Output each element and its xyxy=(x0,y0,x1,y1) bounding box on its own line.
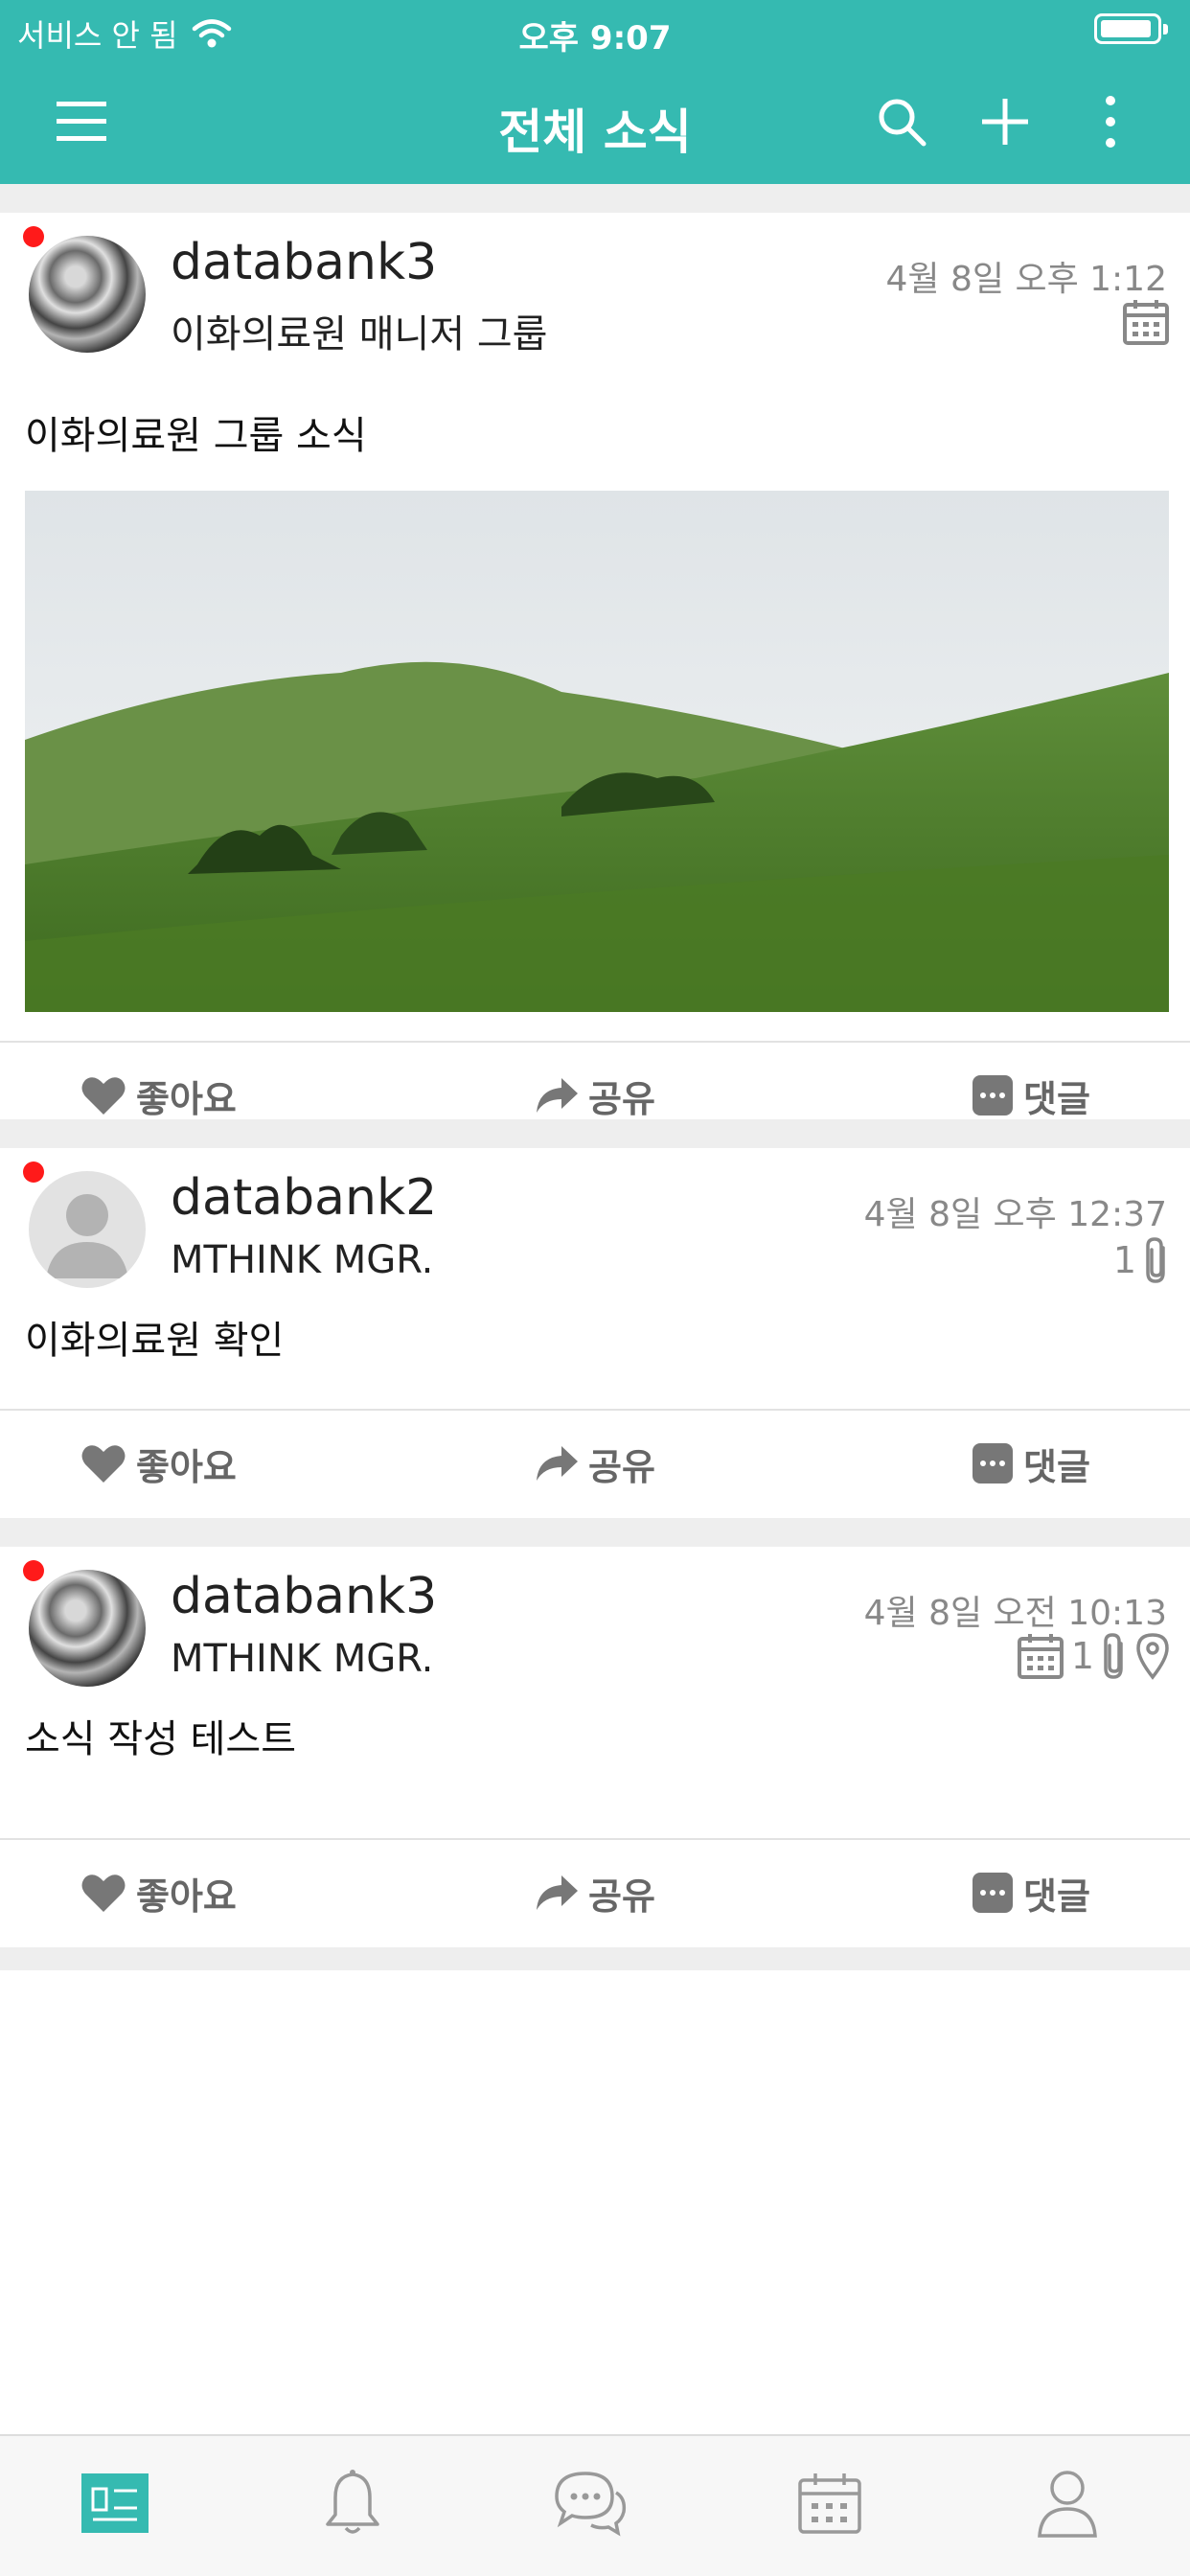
post-author[interactable]: databank3 xyxy=(171,1568,437,1625)
share-button[interactable]: 공유 xyxy=(533,1411,655,1516)
post-actions: 좋아요 공유 댓글 xyxy=(0,1411,1190,1516)
avatar[interactable] xyxy=(29,1570,146,1687)
share-arrow-icon xyxy=(537,1446,578,1481)
post-card[interactable]: databank3 이화의료원 매니저 그룹 4월 8일 오후 1:12 이화의… xyxy=(0,213,1190,1120)
tab-notifications[interactable] xyxy=(314,2465,391,2542)
location-pin-icon xyxy=(1136,1633,1169,1680)
top-bar: 서비스 안 됨 오후 9:07 전체 소식 xyxy=(0,0,1190,184)
comment-icon xyxy=(973,1873,1013,1913)
post-meta: 1 xyxy=(1016,1631,1171,1681)
post-author[interactable]: databank3 xyxy=(171,234,437,291)
comment-button[interactable]: 댓글 xyxy=(972,1043,1090,1148)
share-label: 공유 xyxy=(588,1077,655,1120)
post-date: 4월 8일 오후 12:37 xyxy=(863,1195,1167,1234)
post-group: 이화의료원 매니저 그룹 xyxy=(171,312,548,356)
news-feed: databank3 이화의료원 매니저 그룹 4월 8일 오후 1:12 이화의… xyxy=(0,184,1190,1970)
post-body: 이화의료원 그룹 소식 xyxy=(25,414,367,458)
share-arrow-icon xyxy=(537,1078,578,1113)
share-button[interactable]: 공유 xyxy=(533,1840,655,1945)
like-button[interactable]: 좋아요 xyxy=(80,1840,237,1945)
feed-gap xyxy=(0,184,1190,213)
post-image[interactable] xyxy=(25,491,1169,1012)
battery-icon xyxy=(1094,13,1168,44)
plus-icon[interactable] xyxy=(972,88,1039,155)
calendar-icon xyxy=(1017,1634,1064,1679)
more-vertical-icon[interactable] xyxy=(1077,88,1144,155)
heart-icon xyxy=(81,1445,126,1483)
bell-icon xyxy=(326,2470,379,2534)
heart-icon xyxy=(81,1874,126,1912)
status-time: 오후 9:07 xyxy=(518,19,672,58)
post-group: MTHINK MGR. xyxy=(171,1637,434,1681)
post-body: 소식 작성 테스트 xyxy=(25,1717,297,1761)
like-label: 좋아요 xyxy=(136,1874,237,1918)
share-label: 공유 xyxy=(588,1445,655,1488)
calendar-icon xyxy=(798,2473,861,2534)
status-bar: 서비스 안 됨 오후 9:07 xyxy=(0,0,1190,59)
like-button[interactable]: 좋아요 xyxy=(80,1043,237,1148)
heart-icon xyxy=(81,1077,126,1115)
share-arrow-icon xyxy=(537,1875,578,1910)
unread-dot xyxy=(23,1560,44,1581)
post-date: 4월 8일 오전 10:13 xyxy=(863,1594,1167,1633)
person-icon xyxy=(1038,2471,1097,2538)
comment-icon xyxy=(973,1075,1013,1116)
comment-button[interactable]: 댓글 xyxy=(972,1411,1090,1516)
post-card[interactable]: databank3 MTHINK MGR. 4월 8일 오전 10:13 1 소… xyxy=(0,1547,1190,1947)
feed-gap xyxy=(0,1518,1190,1547)
comment-label: 댓글 xyxy=(1023,1077,1090,1120)
unread-dot xyxy=(23,226,44,247)
like-label: 좋아요 xyxy=(136,1445,237,1488)
comment-button[interactable]: 댓글 xyxy=(972,1840,1090,1945)
post-card[interactable]: databank2 MTHINK MGR. 4월 8일 오후 12:37 1 이… xyxy=(0,1148,1190,1518)
attachment-count: 1 xyxy=(1112,1239,1136,1281)
comment-label: 댓글 xyxy=(1023,1874,1090,1918)
avatar[interactable] xyxy=(29,236,146,353)
post-author[interactable]: databank2 xyxy=(171,1169,437,1227)
tab-calendar[interactable] xyxy=(791,2465,868,2542)
unread-dot xyxy=(23,1162,44,1183)
chat-icon xyxy=(555,2472,627,2537)
post-group: MTHINK MGR. xyxy=(171,1238,434,1282)
post-body: 이화의료원 확인 xyxy=(25,1319,285,1363)
tab-news[interactable] xyxy=(77,2465,153,2542)
feed-gap xyxy=(0,1947,1190,1970)
nav-bar: 전체 소식 xyxy=(0,59,1190,184)
tab-profile[interactable] xyxy=(1029,2465,1106,2542)
calendar-icon xyxy=(1123,300,1169,345)
post-meta: 1 xyxy=(1113,1236,1171,1284)
post-date: 4월 8일 오후 1:12 xyxy=(885,260,1167,299)
comment-label: 댓글 xyxy=(1023,1445,1090,1488)
search-icon[interactable] xyxy=(868,88,935,155)
attachment-count: 1 xyxy=(1070,1635,1094,1677)
avatar[interactable] xyxy=(29,1171,146,1288)
comment-icon xyxy=(973,1443,1013,1484)
post-meta xyxy=(1121,297,1171,347)
paperclip-icon xyxy=(1146,1237,1165,1283)
post-actions: 좋아요 공유 댓글 xyxy=(0,1043,1190,1148)
news-icon xyxy=(81,2473,149,2533)
like-label: 좋아요 xyxy=(136,1077,237,1120)
like-button[interactable]: 좋아요 xyxy=(80,1411,237,1516)
share-button[interactable]: 공유 xyxy=(533,1043,655,1148)
tab-bar xyxy=(0,2434,1190,2576)
post-actions: 좋아요 공유 댓글 xyxy=(0,1840,1190,1945)
share-label: 공유 xyxy=(588,1874,655,1918)
paperclip-icon xyxy=(1104,1633,1123,1679)
tab-chat[interactable] xyxy=(552,2465,629,2542)
